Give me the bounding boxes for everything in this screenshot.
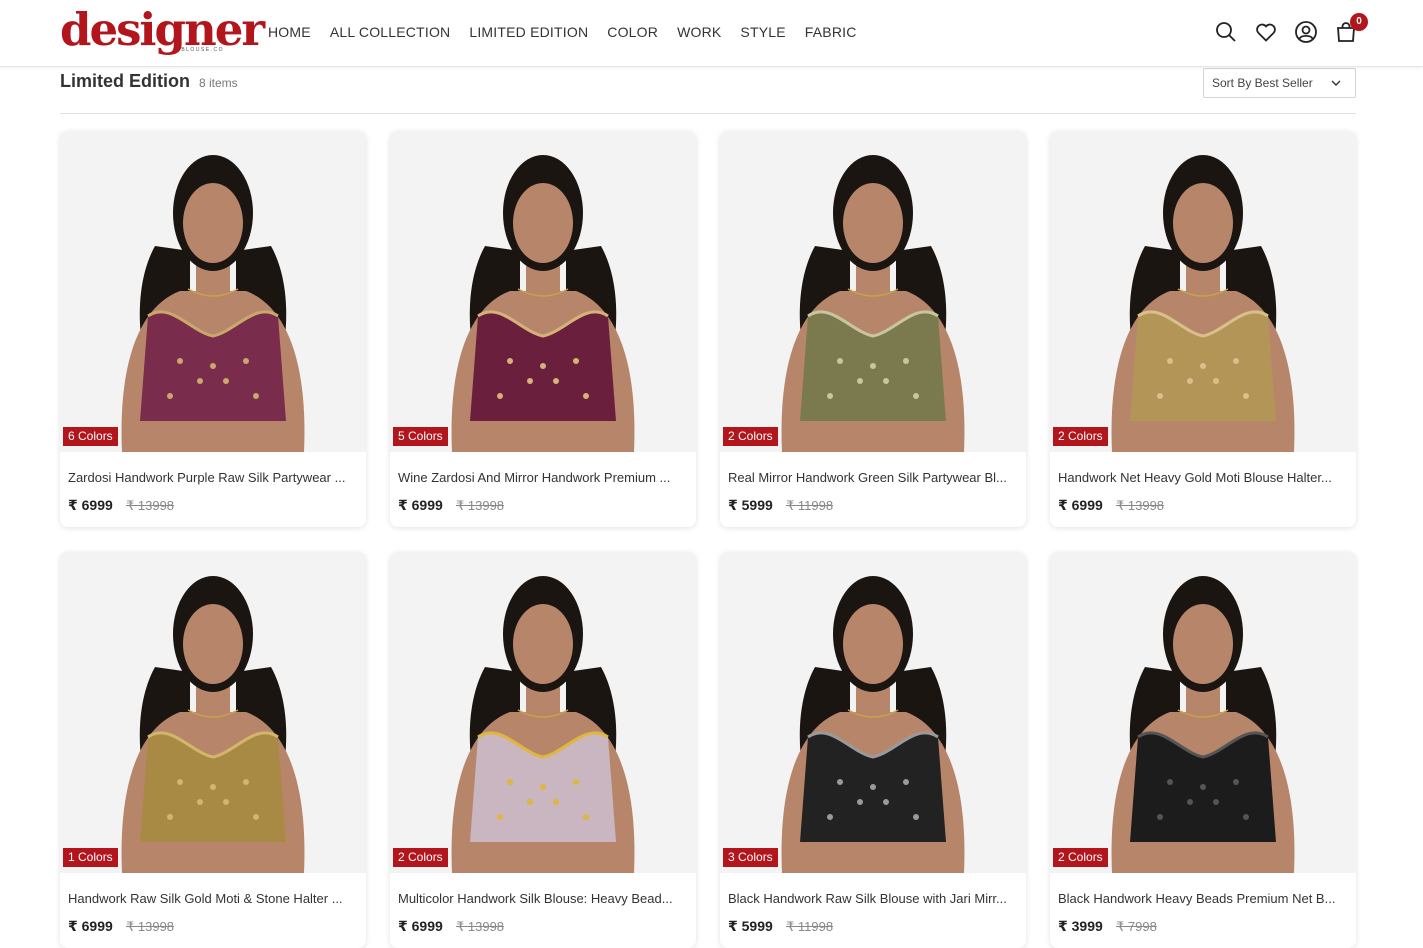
nav-home[interactable]: HOME (268, 24, 311, 40)
nav-fabric[interactable]: FABRIC (805, 24, 857, 40)
colors-badge: 2 Colors (1053, 427, 1108, 446)
product-original-price: ₹ 13998 (1116, 498, 1165, 513)
brand-tagline: BLOUSE.CO (181, 47, 224, 53)
product-image[interactable] (1050, 552, 1356, 873)
product-name[interactable]: Handwork Net Heavy Gold Moti Blouse Halt… (1058, 470, 1352, 485)
product-price: ₹ 5999 (728, 918, 773, 934)
colors-badge: 5 Colors (393, 427, 448, 446)
colors-badge: 6 Colors (63, 427, 118, 446)
colors-badge: 2 Colors (393, 848, 448, 867)
brand-name: designer (60, 3, 265, 56)
product-card[interactable]: 6 Colors Zardosi Handwork Purple Raw Silk… (60, 131, 366, 527)
product-card[interactable]: 2 Colors Handwork Net Heavy Gold Moti Blo… (1050, 131, 1356, 527)
product-original-price: ₹ 13998 (126, 498, 175, 513)
sort-label: Sort By Best Seller (1212, 76, 1313, 90)
product-card[interactable]: 2 Colors Real Mirror Handwork Green Silk … (720, 131, 1026, 527)
main-nav: HOME ALL COLLECTION LIMITED EDITION COLO… (268, 24, 876, 40)
product-price: ₹ 5999 (728, 497, 773, 513)
search-icon[interactable] (1214, 20, 1238, 44)
colors-badge: 1 Colors (63, 848, 118, 867)
product-original-price: ₹ 13998 (456, 919, 505, 934)
nav-color[interactable]: COLOR (607, 24, 658, 40)
product-name[interactable]: Black Handwork Heavy Beads Premium Net B… (1058, 891, 1352, 906)
site-header: designer BLOUSE.CO HOME ALL COLLECTION L… (0, 0, 1423, 67)
brand-logo[interactable]: designer BLOUSE.CO (60, 6, 265, 58)
nav-work[interactable]: WORK (677, 24, 721, 40)
product-price: ₹ 6999 (398, 918, 443, 934)
product-original-price: ₹ 13998 (126, 919, 175, 934)
colors-badge: 2 Colors (1053, 848, 1108, 867)
sort-dropdown[interactable]: Sort By Best Seller (1203, 68, 1356, 98)
product-card[interactable]: 3 Colors Black Handwork Raw Silk Blouse w… (720, 552, 1026, 948)
product-price: ₹ 6999 (68, 497, 113, 513)
product-price: ₹ 6999 (68, 918, 113, 934)
product-name[interactable]: Wine Zardosi And Mirror Handwork Premium… (398, 470, 692, 485)
header-actions: 0 (1214, 13, 1374, 44)
nav-all-collection[interactable]: ALL COLLECTION (330, 24, 451, 40)
product-name[interactable]: Multicolor Handwork Silk Blouse: Heavy B… (398, 891, 692, 906)
product-name[interactable]: Handwork Raw Silk Gold Moti & Stone Halt… (68, 891, 362, 906)
heart-icon[interactable] (1254, 20, 1278, 44)
product-price: ₹ 6999 (1058, 497, 1103, 513)
product-image[interactable] (60, 131, 366, 452)
product-image[interactable] (720, 131, 1026, 452)
product-card[interactable]: 2 Colors Multicolor Handwork Silk Blouse:… (390, 552, 696, 948)
chevron-down-icon (1331, 80, 1341, 86)
colors-badge: 3 Colors (723, 848, 778, 867)
product-image[interactable] (390, 552, 696, 873)
item-count: 8 items (199, 76, 238, 90)
product-card[interactable]: 5 Colors Wine Zardosi And Mirror Handwork… (390, 131, 696, 527)
page-title: Limited Edition (60, 71, 190, 91)
product-card[interactable]: 1 Colors Handwork Raw Silk Gold Moti & St… (60, 552, 366, 948)
product-original-price: ₹ 13998 (456, 498, 505, 513)
product-original-price: ₹ 11998 (786, 498, 834, 513)
product-price: ₹ 3999 (1058, 918, 1103, 934)
cart-count-badge: 0 (1350, 13, 1368, 31)
product-original-price: ₹ 11998 (786, 919, 834, 934)
product-name[interactable]: Black Handwork Raw Silk Blouse with Jari… (728, 891, 1022, 906)
nav-limited-edition[interactable]: LIMITED EDITION (469, 24, 588, 40)
product-image[interactable] (720, 552, 1026, 873)
product-image[interactable] (390, 131, 696, 452)
listing-header: Limited Edition 8 items Sort By Best Sel… (60, 68, 1356, 114)
product-image[interactable] (60, 552, 366, 873)
user-icon[interactable] (1294, 20, 1318, 44)
product-name[interactable]: Zardosi Handwork Purple Raw Silk Partywe… (68, 470, 362, 485)
product-original-price: ₹ 7998 (1116, 919, 1157, 934)
nav-style[interactable]: STYLE (740, 24, 785, 40)
product-card[interactable]: 2 Colors Black Handwork Heavy Beads Premi… (1050, 552, 1356, 948)
colors-badge: 2 Colors (723, 427, 778, 446)
product-image[interactable] (1050, 131, 1356, 452)
product-name[interactable]: Real Mirror Handwork Green Silk Partywea… (728, 470, 1022, 485)
bag-icon[interactable]: 0 (1334, 13, 1368, 44)
product-price: ₹ 6999 (398, 497, 443, 513)
